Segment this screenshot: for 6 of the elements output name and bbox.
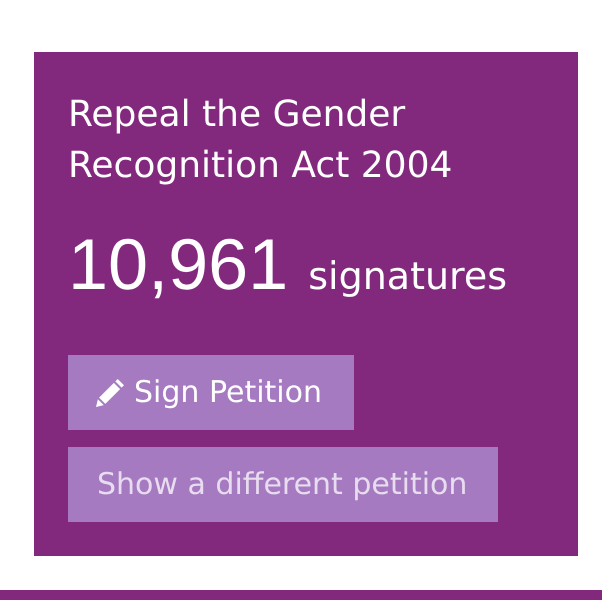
pencil-icon bbox=[96, 378, 124, 406]
petition-title: Repeal the Gender Recognition Act 2004 bbox=[68, 93, 454, 188]
sign-petition-button[interactable]: Sign Petition bbox=[68, 355, 354, 430]
different-petition-button[interactable]: Show a different petition bbox=[68, 447, 498, 522]
signature-count: 10,961 bbox=[68, 229, 288, 301]
signatures-label: signatures bbox=[308, 257, 508, 295]
